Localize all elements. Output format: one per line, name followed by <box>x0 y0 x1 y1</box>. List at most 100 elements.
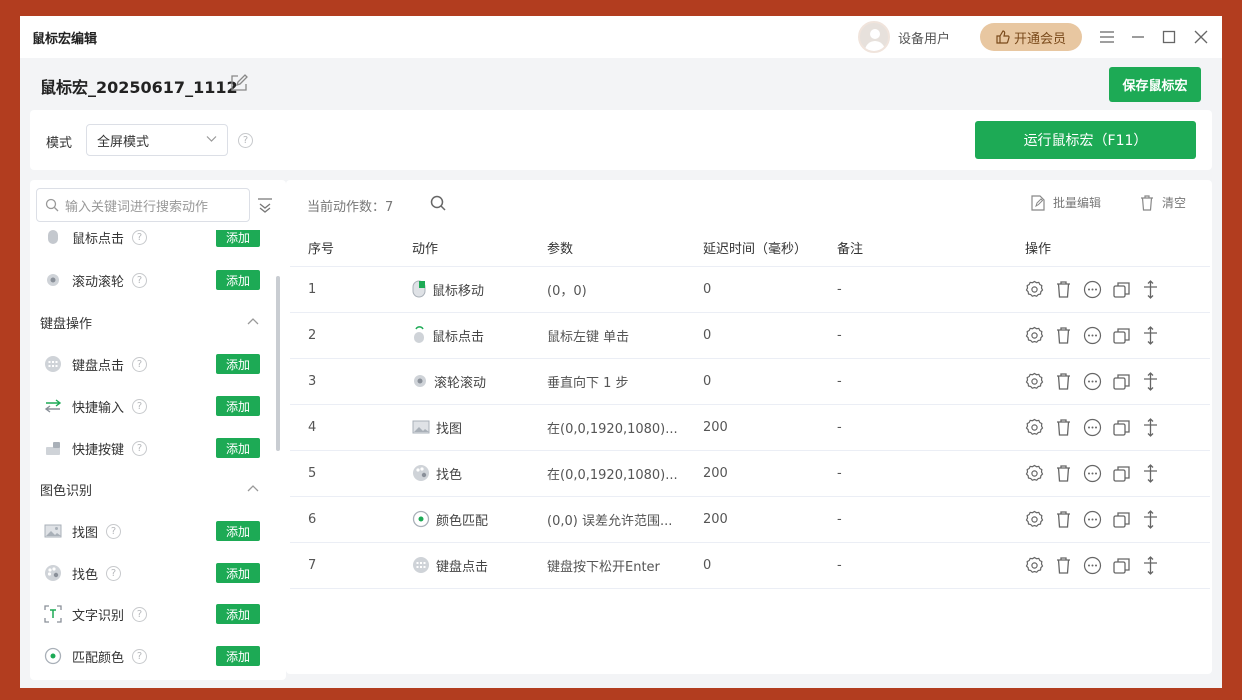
drag-handle-icon[interactable] <box>1141 325 1160 345</box>
list-item[interactable]: 文字识别 ? 添加 <box>30 598 276 630</box>
help-icon[interactable]: ? <box>132 440 148 456</box>
action-label: 文字识别 <box>72 608 125 624</box>
add-action-button[interactable]: 添加 <box>216 521 260 541</box>
table-row[interactable]: 5 找色 在(0,0,1920,1080)... 200 - <box>290 450 1210 497</box>
help-icon[interactable]: ? <box>132 648 148 664</box>
list-item[interactable]: 找色 ? 添加 <box>30 557 276 589</box>
help-icon[interactable]: ? <box>106 565 122 581</box>
chevron-up-icon[interactable] <box>244 480 262 498</box>
row-ops <box>1025 417 1210 437</box>
drag-handle-icon[interactable] <box>1141 279 1160 299</box>
category-image-color[interactable]: 图色识别 <box>30 473 276 505</box>
add-action-button[interactable]: 添加 <box>216 230 260 247</box>
list-item[interactable]: 键盘点击 ? 添加 <box>30 348 276 380</box>
more-icon[interactable] <box>1083 372 1102 391</box>
more-icon[interactable] <box>1083 418 1102 437</box>
help-icon[interactable]: ? <box>132 398 148 414</box>
help-icon[interactable]: ? <box>132 230 148 245</box>
settings-icon[interactable] <box>1025 510 1044 529</box>
title-bar: 鼠标宏编辑 设备用户 开通会员 <box>20 16 1222 58</box>
help-icon[interactable]: ? <box>106 523 122 539</box>
search-icon[interactable] <box>429 194 447 212</box>
delete-icon[interactable] <box>1054 372 1073 391</box>
copy-icon[interactable] <box>1112 510 1131 529</box>
row-delay: 200 <box>685 404 819 451</box>
settings-icon[interactable] <box>1025 372 1044 391</box>
action-label: 快捷输入 <box>72 400 125 416</box>
save-macro-button[interactable]: 保存鼠标宏 <box>1109 67 1201 102</box>
menu-icon[interactable] <box>1096 26 1118 48</box>
list-item[interactable]: 找图 ? 添加 <box>30 515 276 547</box>
help-icon[interactable]: ? <box>238 133 253 148</box>
add-action-button[interactable]: 添加 <box>216 604 260 624</box>
more-icon[interactable] <box>1083 280 1102 299</box>
delete-icon[interactable] <box>1054 510 1073 529</box>
collapse-all-icon[interactable] <box>256 196 274 214</box>
clear-button[interactable]: 清空 <box>1140 194 1186 211</box>
sidebar-scrollbar[interactable] <box>276 276 280 451</box>
list-item[interactable]: 匹配颜色 ? 添加 <box>30 640 276 672</box>
list-item[interactable]: 快捷按键 ? 添加 <box>30 432 276 464</box>
copy-icon[interactable] <box>1112 280 1131 299</box>
drag-handle-icon[interactable] <box>1141 555 1160 575</box>
copy-icon[interactable] <box>1112 372 1131 391</box>
list-item[interactable]: 滚动滚轮 ? 添加 <box>30 264 276 296</box>
add-action-button[interactable]: 添加 <box>216 270 260 290</box>
run-macro-button[interactable]: 运行鼠标宏（F11） <box>975 121 1196 159</box>
more-icon[interactable] <box>1083 464 1102 483</box>
add-action-button[interactable]: 添加 <box>216 354 260 374</box>
settings-icon[interactable] <box>1025 418 1044 437</box>
table-row[interactable]: 2 鼠标点击 鼠标左键 单击 0 - <box>290 312 1210 359</box>
maximize-icon[interactable] <box>1158 26 1180 48</box>
copy-icon[interactable] <box>1112 326 1131 345</box>
minimize-icon[interactable] <box>1127 26 1149 48</box>
edit-name-icon[interactable] <box>230 74 248 92</box>
add-action-button[interactable]: 添加 <box>216 563 260 583</box>
avatar[interactable] <box>858 21 890 53</box>
chevron-up-icon[interactable] <box>244 313 262 331</box>
help-icon[interactable]: ? <box>132 272 148 288</box>
help-icon[interactable]: ? <box>132 606 148 622</box>
add-action-button[interactable]: 添加 <box>216 646 260 666</box>
delete-icon[interactable] <box>1054 326 1073 345</box>
list-item[interactable]: 快捷输入 ? 添加 <box>30 390 276 422</box>
table-row[interactable]: 6 颜色匹配 (0,0) 误差允许范围... 200 - <box>290 496 1210 543</box>
copy-icon[interactable] <box>1112 464 1131 483</box>
delete-icon[interactable] <box>1054 418 1073 437</box>
action-library-panel: 输入关键词进行搜索动作 鼠标点击 ? 添加 滚动滚轮 ? 添加 键盘操作 键盘点… <box>30 180 286 680</box>
table-row[interactable]: 3 滚轮滚动 垂直向下 1 步 0 - <box>290 358 1210 405</box>
mode-select[interactable]: 全屏模式 <box>86 124 228 156</box>
drag-handle-icon[interactable] <box>1141 509 1160 529</box>
delete-icon[interactable] <box>1054 556 1073 575</box>
category-keyboard[interactable]: 键盘操作 <box>30 306 276 338</box>
copy-icon[interactable] <box>1112 556 1131 575</box>
drag-handle-icon[interactable] <box>1141 371 1160 391</box>
copy-icon[interactable] <box>1112 418 1131 437</box>
action-search-input[interactable]: 输入关键词进行搜索动作 <box>36 188 250 222</box>
more-icon[interactable] <box>1083 510 1102 529</box>
action-list: 鼠标点击 ? 添加 滚动滚轮 ? 添加 键盘操作 键盘点击 ? 添加 快捷输入 … <box>30 230 276 680</box>
table-row[interactable]: 7 键盘点击 键盘按下松开Enter 0 - <box>290 542 1210 589</box>
list-item[interactable]: 鼠标点击 ? 添加 <box>30 230 276 253</box>
drag-handle-icon[interactable] <box>1141 463 1160 483</box>
add-action-button[interactable]: 添加 <box>216 438 260 458</box>
close-icon[interactable] <box>1190 26 1212 48</box>
delete-icon[interactable] <box>1054 464 1073 483</box>
settings-icon[interactable] <box>1025 280 1044 299</box>
settings-icon[interactable] <box>1025 326 1044 345</box>
row-index: 7 <box>290 542 394 589</box>
settings-icon[interactable] <box>1025 556 1044 575</box>
user-profile[interactable]: 设备用户 <box>858 21 950 53</box>
bulk-edit-button[interactable]: 批量编辑 <box>1031 194 1101 211</box>
table-row[interactable]: 4 找图 在(0,0,1920,1080)... 200 - <box>290 404 1210 451</box>
more-icon[interactable] <box>1083 556 1102 575</box>
delete-icon[interactable] <box>1054 280 1073 299</box>
vip-button[interactable]: 开通会员 <box>980 23 1082 51</box>
drag-handle-icon[interactable] <box>1141 417 1160 437</box>
help-icon[interactable]: ? <box>132 356 148 372</box>
table-row[interactable]: 1 鼠标移动 (0，0) 0 - <box>290 266 1210 313</box>
settings-icon[interactable] <box>1025 464 1044 483</box>
more-icon[interactable] <box>1083 326 1102 345</box>
add-action-button[interactable]: 添加 <box>216 396 260 416</box>
row-action-label: 键盘点击 <box>436 559 489 575</box>
